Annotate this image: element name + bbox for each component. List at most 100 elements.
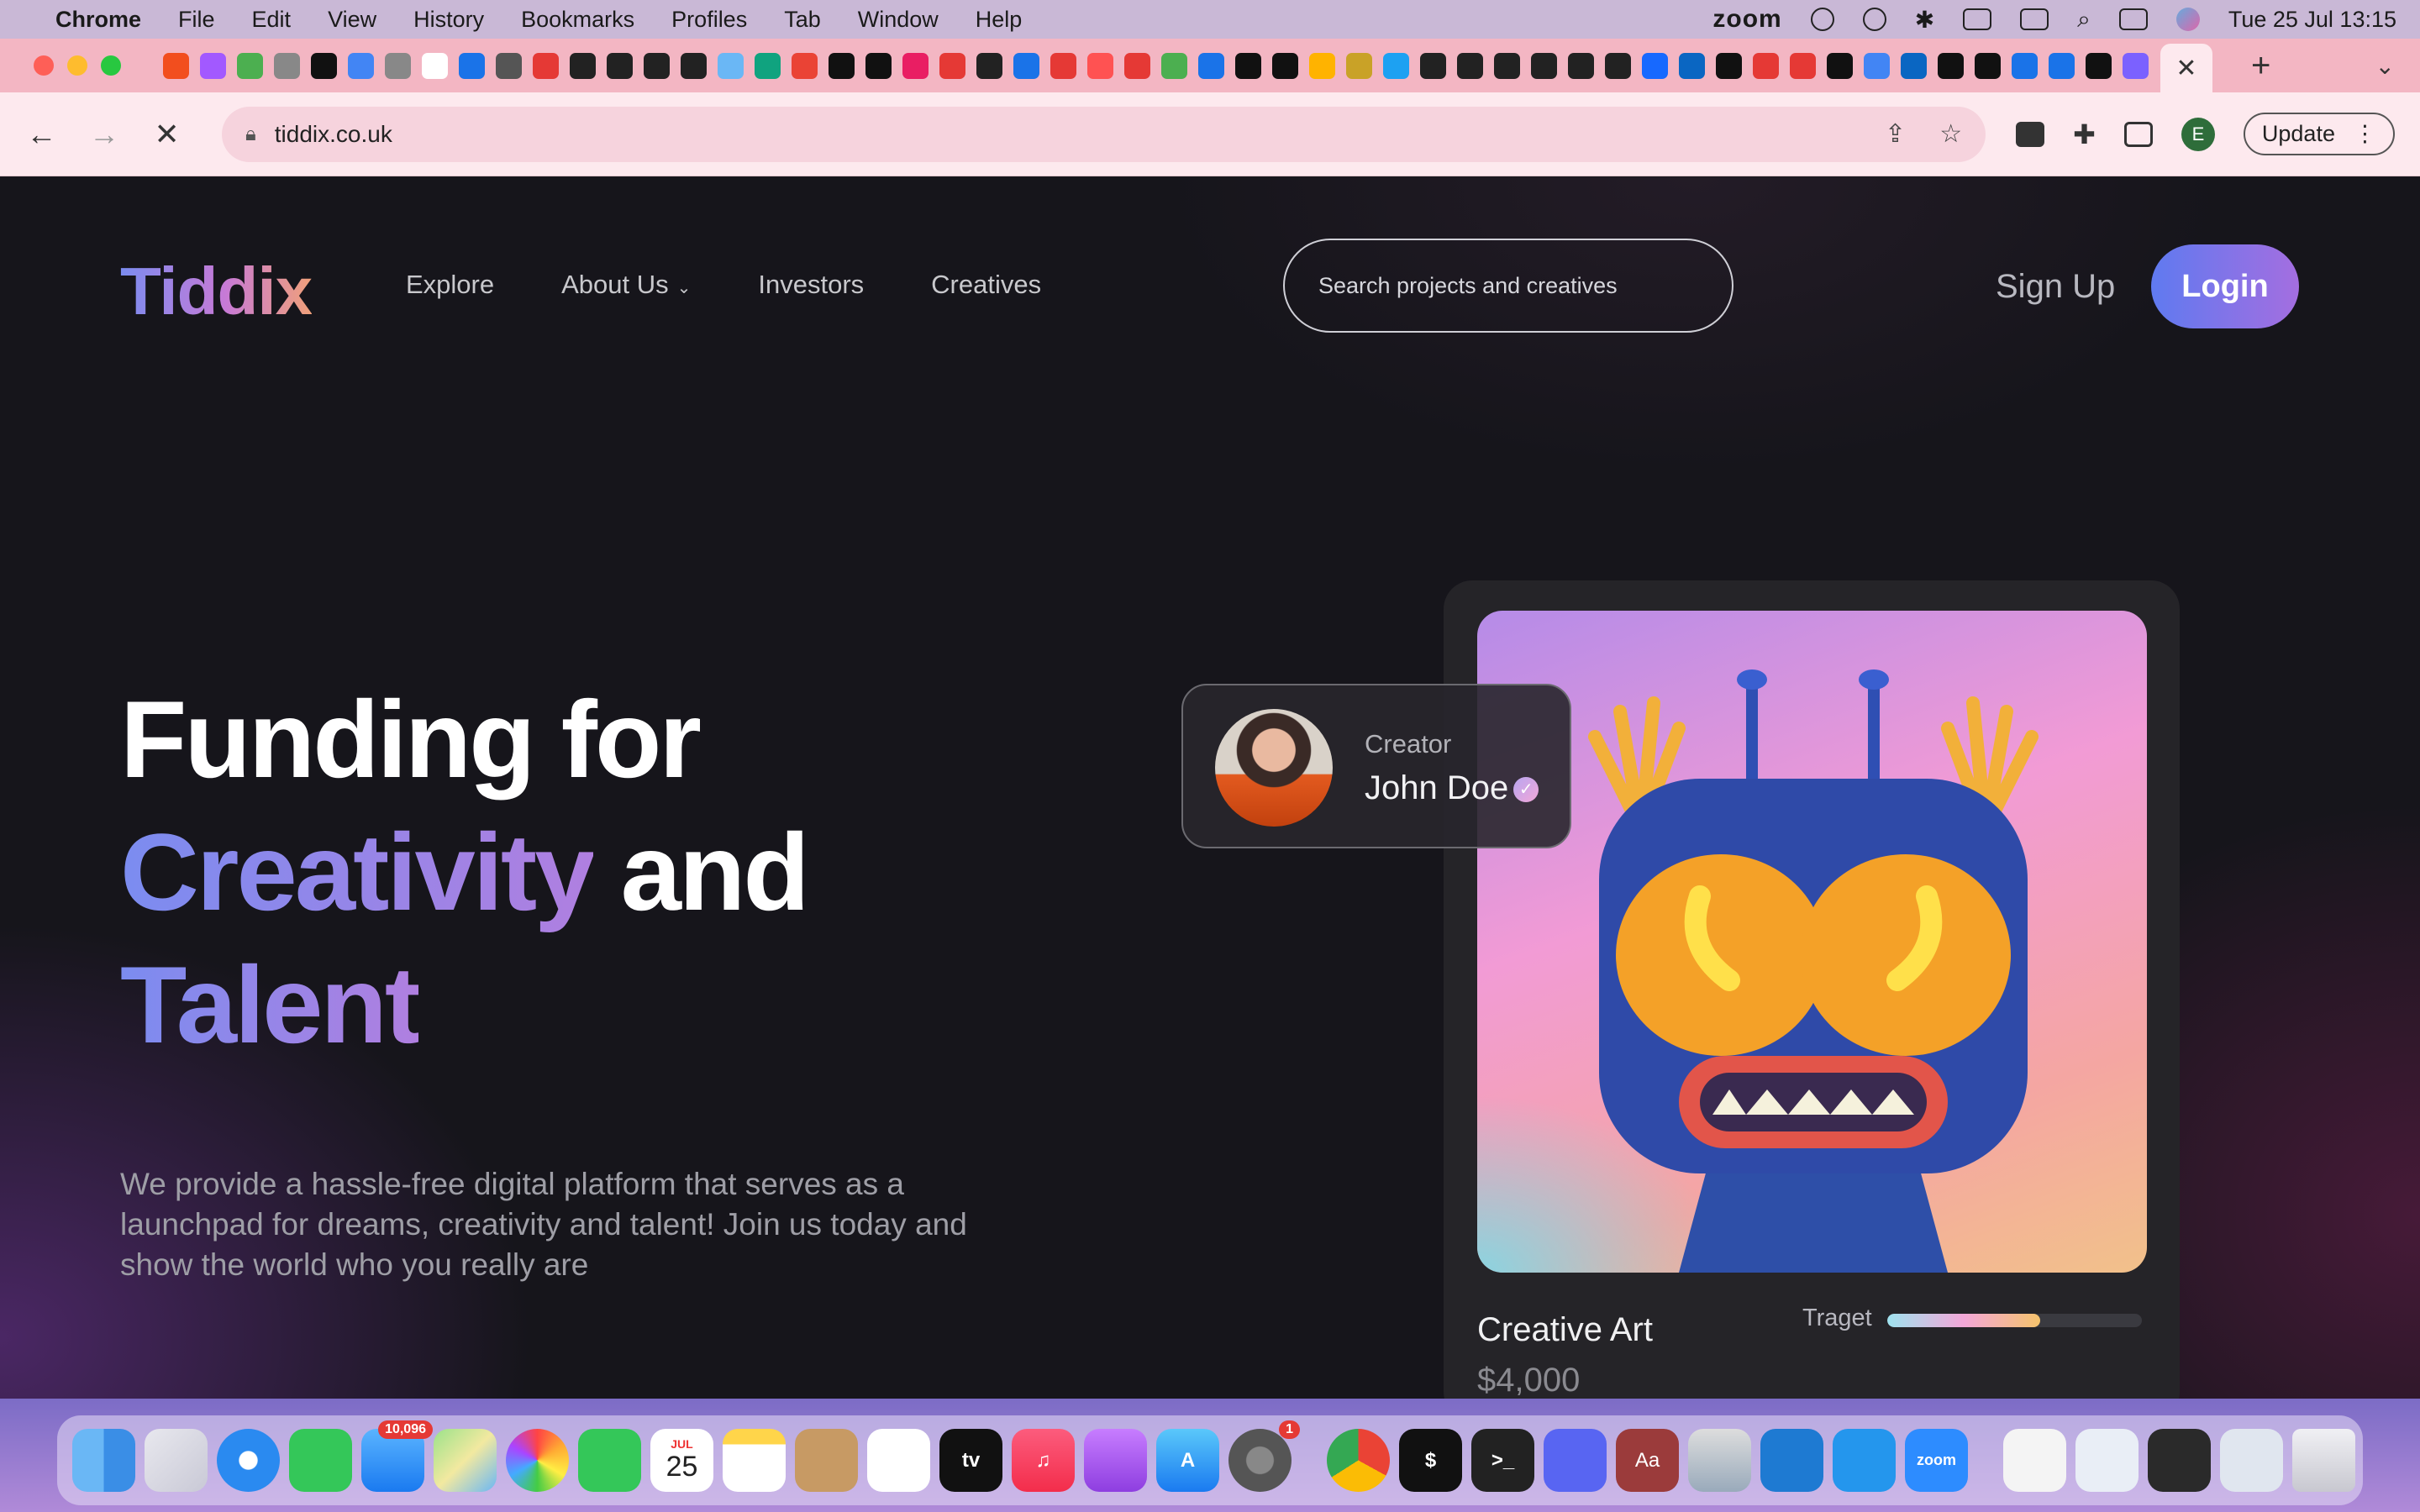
facetime-icon[interactable] [578, 1429, 641, 1492]
sign-up-link[interactable]: Sign Up [1996, 268, 2115, 306]
nav-explore[interactable]: Explore [406, 270, 494, 300]
pinned-tab-favicon-icon[interactable] [1346, 52, 1372, 79]
pinned-tab-favicon-icon[interactable] [792, 52, 818, 79]
zoom-app-icon[interactable]: zoom [1905, 1429, 1968, 1492]
address-bar[interactable]: 🔒︎ tiddix.co.uk ⇪ ☆ [221, 106, 1986, 162]
zoom-status-icon[interactable]: zoom [1712, 5, 1781, 34]
reminders-icon[interactable] [867, 1429, 930, 1492]
pinned-tab-favicon-icon[interactable] [1124, 52, 1150, 79]
address-bar-url[interactable]: tiddix.co.uk [275, 121, 392, 148]
pinned-tab-favicon-icon[interactable] [1864, 52, 1890, 79]
pinned-tab-favicon-icon[interactable] [1938, 52, 1964, 79]
site-logo[interactable]: Tiddix [120, 253, 313, 330]
back-button[interactable]: ← [25, 117, 58, 152]
system-settings-icon[interactable]: 1 [1228, 1420, 1300, 1492]
app-store-icon[interactable]: A [1156, 1429, 1219, 1492]
vscode-icon[interactable] [1760, 1429, 1823, 1492]
search-input[interactable]: Search projects and creatives [1283, 239, 1733, 333]
music-icon[interactable]: ♫ [1012, 1429, 1075, 1492]
battery-icon[interactable] [1963, 8, 1992, 30]
notes-icon[interactable] [723, 1429, 786, 1492]
recent-document-icon[interactable] [2003, 1429, 2066, 1492]
pinned-tab-favicon-icon[interactable] [496, 52, 522, 79]
dictionary-icon[interactable]: Aa [1616, 1429, 1679, 1492]
profile-avatar[interactable]: E [2181, 117, 2215, 151]
pinned-tab-favicon-icon[interactable] [533, 52, 559, 79]
screen-time-icon[interactable] [1810, 8, 1834, 31]
pinned-tab-favicon-icon[interactable] [718, 52, 744, 79]
close-window-button[interactable] [34, 55, 54, 76]
pinned-tab-favicon-icon[interactable] [607, 52, 633, 79]
update-button[interactable]: Update ⋮ [2243, 113, 2395, 155]
recent-screenshot-icon[interactable] [2148, 1429, 2211, 1492]
launchpad-icon[interactable] [145, 1429, 208, 1492]
extension-icon[interactable] [2016, 121, 2045, 147]
pinned-tab-favicon-icon[interactable] [2123, 52, 2149, 79]
pinned-tab-favicon-icon[interactable] [681, 52, 707, 79]
pinned-tab-favicon-icon[interactable] [1901, 52, 1927, 79]
pinned-tab-favicon-icon[interactable] [976, 52, 1002, 79]
apple-tv-icon[interactable]: tv [939, 1429, 1002, 1492]
mail-icon[interactable]: 10,096 [361, 1420, 433, 1492]
pinned-tab-favicon-icon[interactable] [422, 52, 448, 79]
pinned-tab-favicon-icon[interactable] [1790, 52, 1816, 79]
trash-icon[interactable] [2292, 1429, 2355, 1492]
bookmark-star-icon[interactable]: ☆ [1939, 119, 1962, 149]
pinned-tab-favicon-icon[interactable] [1198, 52, 1224, 79]
pinned-tab-favicon-icon[interactable] [2049, 52, 2075, 79]
pinned-tab-favicon-icon[interactable] [1716, 52, 1742, 79]
finder-icon[interactable] [72, 1429, 135, 1492]
pinned-tab-favicon-icon[interactable] [570, 52, 596, 79]
menu-tab[interactable]: Tab [784, 7, 821, 33]
screen-mirroring-icon[interactable] [2020, 8, 2049, 30]
pinned-tab-favicon-icon[interactable] [348, 52, 374, 79]
menu-app-chrome[interactable]: Chrome [55, 7, 141, 33]
stop-loading-button[interactable]: ✕ [150, 117, 183, 152]
menu-profiles[interactable]: Profiles [671, 7, 747, 33]
pinned-tab-favicon-icon[interactable] [1161, 52, 1187, 79]
pinned-tab-favicon-icon[interactable] [1679, 52, 1705, 79]
recent-window-icon[interactable] [2075, 1429, 2139, 1492]
pinned-tab-favicon-icon[interactable] [1531, 52, 1557, 79]
menu-help[interactable]: Help [976, 7, 1023, 33]
maps-icon[interactable] [434, 1429, 497, 1492]
zoom-window-button[interactable] [101, 55, 121, 76]
chrome-icon[interactable] [1327, 1429, 1390, 1492]
pinned-tab-favicon-icon[interactable] [163, 52, 189, 79]
extensions-puzzle-icon[interactable]: ✚ [2073, 118, 2096, 150]
active-tab[interactable]: ✕ [2160, 44, 2212, 92]
pinned-tab-favicon-icon[interactable] [865, 52, 892, 79]
play-icon[interactable] [1862, 8, 1886, 31]
pinned-tab-favicon-icon[interactable] [1568, 52, 1594, 79]
pinned-tab-favicon-icon[interactable] [829, 52, 855, 79]
nav-investors[interactable]: Investors [758, 270, 864, 300]
project-card[interactable]: Creative Art Traget $4,000 [1444, 580, 2180, 1399]
pinned-tab-favicon-icon[interactable] [1420, 52, 1446, 79]
login-button[interactable]: Login [2151, 244, 2299, 328]
pinned-tab-favicon-icon[interactable] [1013, 52, 1039, 79]
control-center-icon[interactable] [2118, 8, 2148, 30]
pinned-tab-favicon-icon[interactable] [1272, 52, 1298, 79]
pinned-tab-favicon-icon[interactable] [1087, 52, 1113, 79]
contacts-icon[interactable] [795, 1429, 858, 1492]
menu-history[interactable]: History [413, 7, 484, 33]
tab-search-chevron-icon[interactable]: ⌄ [2375, 52, 2395, 80]
pinned-tab-favicon-icon[interactable] [311, 52, 337, 79]
close-tab-icon[interactable]: ✕ [2175, 54, 2196, 83]
pinned-tab-favicon-icon[interactable] [1605, 52, 1631, 79]
spotlight-search-icon[interactable]: ⌕ [2077, 6, 2091, 34]
pinned-tab-favicon-icon[interactable] [1975, 52, 2001, 79]
safari-icon[interactable] [217, 1429, 280, 1492]
docker-icon[interactable] [1833, 1429, 1896, 1492]
lock-icon[interactable]: 🔒︎ [245, 123, 256, 146]
pinned-tab-favicon-icon[interactable] [1050, 52, 1076, 79]
pinned-tab-favicon-icon[interactable] [237, 52, 263, 79]
nav-about-us[interactable]: About Us ⌄ [561, 270, 691, 300]
pinned-tab-favicon-icon[interactable] [385, 52, 411, 79]
pinned-tab-favicon-icon[interactable] [755, 52, 781, 79]
pinned-tab-favicon-icon[interactable] [1827, 52, 1853, 79]
pinned-tab-favicon-icon[interactable] [1642, 52, 1668, 79]
nav-creatives[interactable]: Creatives [931, 270, 1041, 300]
siri-icon[interactable] [2175, 8, 2200, 31]
calendar-icon[interactable]: JUL 25 [650, 1429, 713, 1492]
